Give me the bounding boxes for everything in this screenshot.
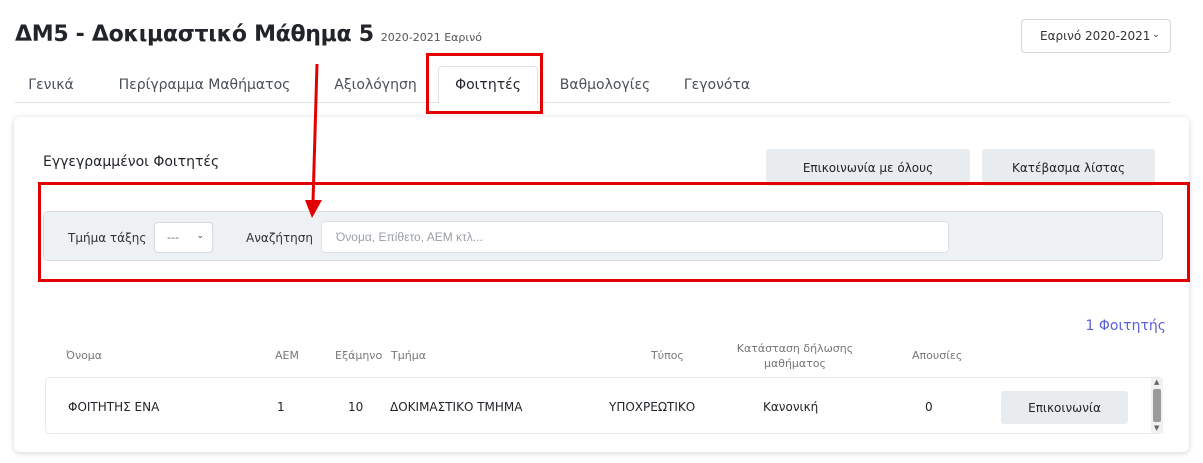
page-header: ΔΜ5 - Δοκιμαστικό Μάθημα 5 2020-2021 Εαρ… xyxy=(15,22,482,47)
column-header-name: Όνομα xyxy=(66,349,103,362)
section-filter-select[interactable]: --- ⌄ xyxy=(154,222,213,253)
column-header-type: Τύπος xyxy=(651,349,684,362)
column-header-status-line1: Κατάσταση δήλωσης xyxy=(736,342,854,355)
course-period: 2020-2021 Εαρινό xyxy=(380,31,482,44)
student-count: 1 Φοιτητής xyxy=(1085,318,1167,334)
contact-student-button[interactable]: Επικοινωνία xyxy=(1001,391,1128,424)
search-input[interactable] xyxy=(321,221,949,253)
contact-all-button[interactable]: Επικοινωνία με όλους xyxy=(766,149,970,186)
cell-semester: 10 xyxy=(348,400,364,414)
table-body xyxy=(45,377,1163,434)
table-scrollbar[interactable]: ▲ ▼ xyxy=(1151,378,1163,433)
semester-select[interactable]: Εαρινό 2020-2021 ⌄ xyxy=(1021,19,1171,53)
tab-grades[interactable]: Βαθμολογίες xyxy=(553,66,657,103)
course-tabs: Γενικά Περίγραμμα Μαθήματος Αξιολόγηση Φ… xyxy=(15,66,1170,104)
scroll-down-icon[interactable]: ▼ xyxy=(1154,425,1159,432)
tab-general[interactable]: Γενικά xyxy=(21,66,81,103)
course-title: ΔΜ5 - Δοκιμαστικό Μάθημα 5 xyxy=(15,22,374,47)
semester-select-value: Εαρινό 2020-2021 xyxy=(1040,29,1151,43)
cell-section: ΔΟΚΙΜΑΣΤΙΚΟ ΤΜΗΜΑ xyxy=(390,400,523,414)
cell-absences: 0 xyxy=(925,400,933,414)
cell-type: ΥΠΟΧΡΕΩΤΙΚΟ xyxy=(609,400,696,414)
cell-status: Κανονική xyxy=(763,400,819,414)
column-header-status: Κατάσταση δήλωσης μαθήματος xyxy=(720,341,870,371)
tab-events[interactable]: Γεγονότα xyxy=(678,66,756,103)
download-list-button[interactable]: Κατέβασμα λίστας xyxy=(982,149,1155,186)
search-label: Αναζήτηση xyxy=(246,231,313,245)
section-filter-label: Τμήμα τάξης xyxy=(68,231,147,245)
column-header-section: Τμήμα xyxy=(391,349,426,362)
column-header-status-line2: μαθήματος xyxy=(763,357,826,370)
section-filter-value: --- xyxy=(167,231,179,244)
column-header-aem: ΑΕΜ xyxy=(275,349,299,362)
column-header-semester: Εξάμηνο xyxy=(335,349,383,362)
scrollbar-thumb[interactable] xyxy=(1153,389,1161,422)
column-header-absences: Απουσίες xyxy=(912,349,963,362)
tab-students[interactable]: Φοιτητές xyxy=(438,66,538,104)
section-title: Εγγεγραμμένοι Φοιτητές xyxy=(43,154,220,170)
tab-course-outline[interactable]: Περίγραμμα Μαθήματος xyxy=(107,66,302,103)
tab-assessment[interactable]: Αξιολόγηση xyxy=(328,66,423,103)
cell-aem: 1 xyxy=(277,400,285,414)
chevron-down-icon: ⌄ xyxy=(196,231,204,241)
annotation-arrow-head xyxy=(305,200,322,218)
scroll-up-icon[interactable]: ▲ xyxy=(1154,379,1159,386)
cell-name: ΦΟΙΤΗΤΗΣ ΕΝΑ xyxy=(68,400,160,414)
annotation-arrow-icon xyxy=(305,63,322,218)
annotation-arrow-shaft xyxy=(311,63,319,203)
chevron-down-icon: ⌄ xyxy=(1151,29,1160,40)
